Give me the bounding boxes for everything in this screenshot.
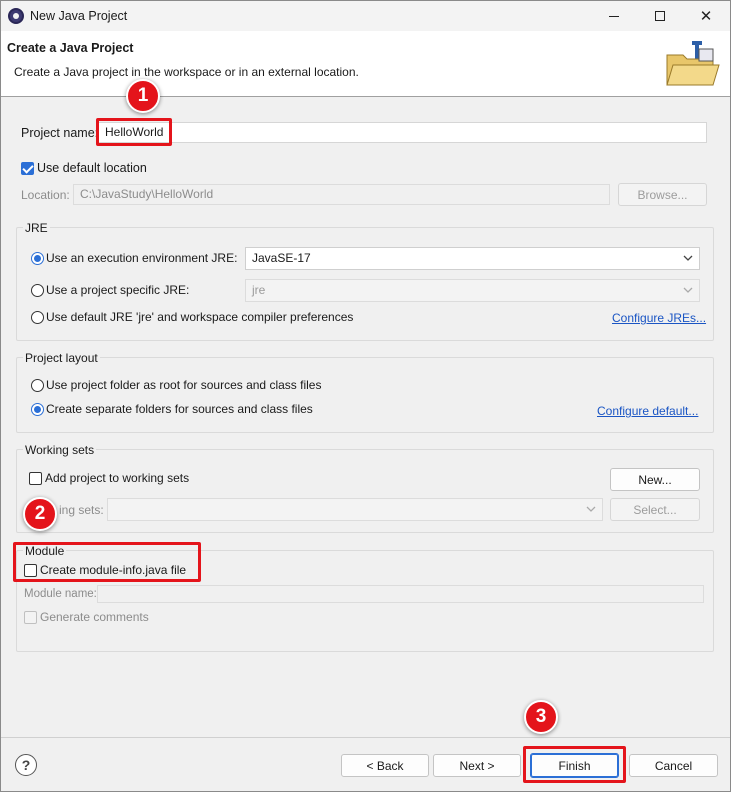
project-name-label: Project name: xyxy=(21,126,99,140)
chevron-down-icon xyxy=(586,506,596,512)
jre-specific-label: Use a project specific JRE: xyxy=(46,283,190,297)
jre-env-label: Use an execution environment JRE: xyxy=(46,251,238,265)
generate-comments-label: Generate comments xyxy=(40,610,149,624)
module-title: Module xyxy=(23,544,67,558)
layout-separate-radio[interactable] xyxy=(31,403,44,416)
layout-separate-label: Create separate folders for sources and … xyxy=(46,402,313,416)
layout-root-radio[interactable] xyxy=(31,379,44,392)
java-project-folder-icon xyxy=(666,41,720,86)
new-working-set-button[interactable]: New... xyxy=(610,468,700,491)
chevron-down-icon xyxy=(683,255,693,261)
create-module-info-label: Create module-info.java file xyxy=(40,563,187,577)
step-badge-3: 3 xyxy=(524,700,558,734)
location-input[interactable]: C:\JavaStudy\HelloWorld xyxy=(73,184,610,205)
layout-root-label: Use project folder as root for sources a… xyxy=(46,378,322,392)
minimize-icon xyxy=(609,15,619,17)
help-icon[interactable]: ? xyxy=(15,754,37,776)
jre-env-radio[interactable] xyxy=(31,252,44,265)
use-default-location-checkbox[interactable] xyxy=(21,162,34,175)
step-badge-2: 2 xyxy=(23,497,57,531)
jre-env-select-value: JavaSE-17 xyxy=(252,251,311,265)
project-layout-title: Project layout xyxy=(23,351,100,365)
title-bar: New Java Project ✕ xyxy=(1,1,730,31)
add-to-working-sets-label: Add project to working sets xyxy=(45,471,190,485)
maximize-icon xyxy=(655,11,665,21)
use-default-location-label: Use default location xyxy=(37,161,147,175)
module-name-input[interactable] xyxy=(97,585,704,603)
jre-default-radio[interactable] xyxy=(31,311,44,324)
select-working-sets-button[interactable]: Select... xyxy=(610,498,700,521)
browse-button[interactable]: Browse... xyxy=(618,183,707,206)
configure-jres-link[interactable]: Configure JREs... xyxy=(612,311,706,325)
window-title: New Java Project xyxy=(30,9,128,23)
create-module-info-checkbox[interactable] xyxy=(24,564,37,577)
next-button[interactable]: Next > xyxy=(433,754,521,777)
working-sets-title: Working sets xyxy=(23,443,97,457)
page-description: Create a Java project in the workspace o… xyxy=(14,65,359,79)
project-name-input[interactable]: HelloWorld xyxy=(98,122,707,143)
close-button[interactable]: ✕ xyxy=(683,1,729,31)
page-title: Create a Java Project xyxy=(7,41,134,55)
generate-comments-checkbox[interactable] xyxy=(24,611,37,624)
jre-env-select[interactable]: JavaSE-17 xyxy=(245,247,700,270)
jre-specific-select[interactable]: jre xyxy=(245,279,700,302)
working-sets-label: ing sets: xyxy=(59,503,104,517)
step-badge-1: 1 xyxy=(126,79,160,113)
jre-specific-radio[interactable] xyxy=(31,284,44,297)
wizard-header: Create a Java Project Create a Java proj… xyxy=(1,31,730,97)
close-icon: ✕ xyxy=(699,8,713,25)
new-java-project-dialog: New Java Project ✕ Create a Java Project… xyxy=(0,0,731,792)
working-sets-select[interactable] xyxy=(107,498,603,521)
configure-default-link[interactable]: Configure default... xyxy=(597,404,698,418)
module-name-label: Module name: xyxy=(24,588,97,600)
footer-separator xyxy=(1,737,730,738)
finish-button[interactable]: Finish xyxy=(530,753,619,778)
jre-specific-select-value: jre xyxy=(252,283,266,297)
maximize-button[interactable] xyxy=(637,1,683,31)
cancel-button[interactable]: Cancel xyxy=(629,754,718,777)
jre-default-label: Use default JRE 'jre' and workspace comp… xyxy=(46,310,354,324)
add-to-working-sets-checkbox[interactable] xyxy=(29,472,42,485)
chevron-down-icon xyxy=(683,287,693,293)
location-label: Location: xyxy=(21,188,70,202)
eclipse-icon xyxy=(8,8,24,24)
jre-group-title: JRE xyxy=(23,221,50,235)
project-layout-group xyxy=(16,357,714,433)
minimize-button[interactable] xyxy=(591,1,637,31)
back-button[interactable]: < Back xyxy=(341,754,429,777)
